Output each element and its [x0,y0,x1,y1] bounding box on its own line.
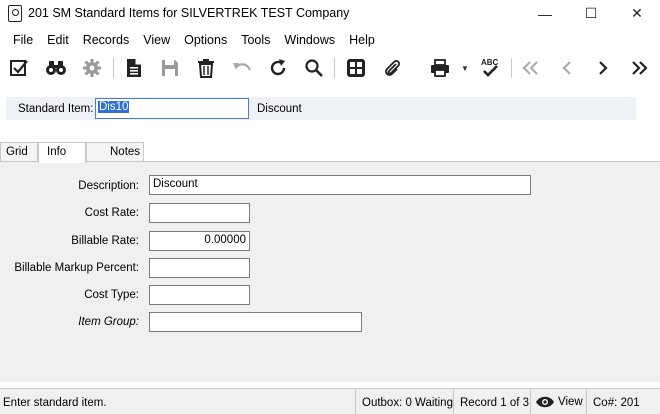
next-record-icon[interactable] [590,55,616,81]
billable-rate-field[interactable]: 0.00000 [149,231,250,251]
toolbar-separator [113,58,114,78]
window-title: 201 SM Standard Items for SILVERTREK TES… [28,6,350,20]
menu-windows[interactable]: Windows [277,29,342,51]
description-label: Description: [78,180,139,192]
print-icon[interactable] [427,55,453,81]
minimize-button[interactable]: — [522,0,568,27]
standard-item-label: Standard Item: [18,103,94,115]
info-panel: Description: Discount Cost Rate: Billabl… [0,161,660,382]
app-icon [8,5,22,22]
gear-icon[interactable] [79,55,105,81]
previous-record-icon[interactable] [554,55,580,81]
refresh-icon[interactable] [265,55,291,81]
record-position: Record 1 of 3 [453,389,530,414]
menu-bar: File Edit Records View Options Tools Win… [0,29,660,51]
menu-edit[interactable]: Edit [40,29,76,51]
view-label: View [558,396,583,408]
tab-grid[interactable]: Grid [0,142,38,162]
item-group-label: Item Group: [78,316,139,328]
cost-type-label: Cost Type: [84,289,139,301]
standard-item-description: Discount [257,103,302,115]
outbox-status[interactable]: Outbox: 0 Waiting [355,389,453,414]
document-icon[interactable] [121,55,147,81]
first-record-icon[interactable] [518,55,544,81]
menu-help[interactable]: Help [342,29,382,51]
toolbar-separator [511,58,512,78]
maximize-button[interactable]: ☐ [568,0,614,27]
menu-file[interactable]: File [6,29,40,51]
toolbar: ▼ ABC [0,52,660,84]
edit-check-icon[interactable] [6,55,32,81]
billable-rate-label: Billable Rate: [71,235,139,247]
billable-markup-label: Billable Markup Percent: [14,262,139,274]
save-icon[interactable] [157,55,183,81]
title-bar: 201 SM Standard Items for SILVERTREK TES… [0,0,660,27]
menu-tools[interactable]: Tools [234,29,277,51]
tab-notes[interactable]: Notes [86,142,144,162]
billable-markup-field[interactable] [149,258,250,278]
paperclip-icon[interactable] [379,55,405,81]
cost-rate-field[interactable] [149,203,250,223]
menu-view[interactable]: View [136,29,177,51]
standard-item-value: Dis10 [98,101,130,113]
view-mode[interactable]: View [530,389,586,414]
print-dropdown-icon[interactable]: ▼ [461,62,469,74]
eye-icon [536,396,554,408]
spellcheck-icon[interactable]: ABC [477,55,503,81]
menu-records[interactable]: Records [76,29,137,51]
search-icon[interactable] [301,55,327,81]
calculator-icon[interactable] [343,55,369,81]
cost-rate-label: Cost Rate: [84,207,139,219]
toolbar-separator [334,58,335,78]
item-group-field[interactable] [149,312,362,332]
close-button[interactable]: ✕ [614,0,660,27]
tab-info[interactable]: Info [38,142,86,163]
binoculars-icon[interactable] [43,55,69,81]
undo-icon[interactable] [229,55,255,81]
status-message: Enter standard item. [3,397,107,409]
status-bar: Enter standard item. Outbox: 0 Waiting R… [0,388,660,414]
standard-item-input[interactable]: Dis10 [95,98,249,119]
trash-icon[interactable] [193,55,219,81]
last-record-icon[interactable] [626,55,652,81]
company-number: Co#: 201 [586,389,660,414]
description-field[interactable]: Discount [149,175,531,195]
cost-type-field[interactable] [149,285,250,305]
menu-options[interactable]: Options [177,29,234,51]
